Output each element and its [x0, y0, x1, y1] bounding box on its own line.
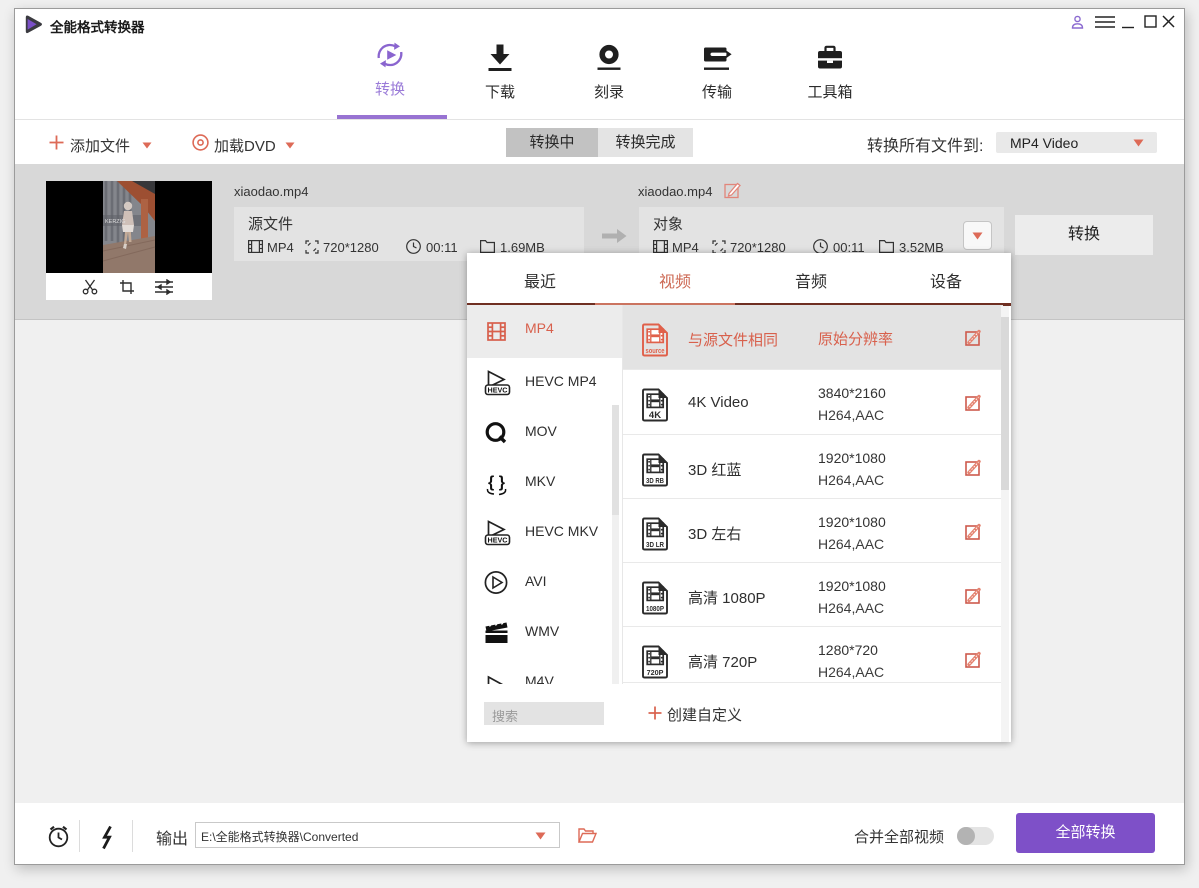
svg-text:4K: 4K — [649, 410, 661, 421]
svg-text:KERZIG: KERZIG — [105, 219, 125, 225]
svg-text:HEVC: HEVC — [488, 386, 509, 395]
svg-text:3D LR: 3D LR — [646, 540, 665, 549]
svg-text:1080P: 1080P — [646, 604, 664, 613]
svg-text:{ }: { } — [488, 474, 505, 491]
svg-text:HEVC: HEVC — [488, 536, 509, 545]
svg-text:720P: 720P — [647, 668, 664, 677]
svg-text:source: source — [646, 346, 665, 355]
svg-text:3D RB: 3D RB — [646, 476, 664, 485]
